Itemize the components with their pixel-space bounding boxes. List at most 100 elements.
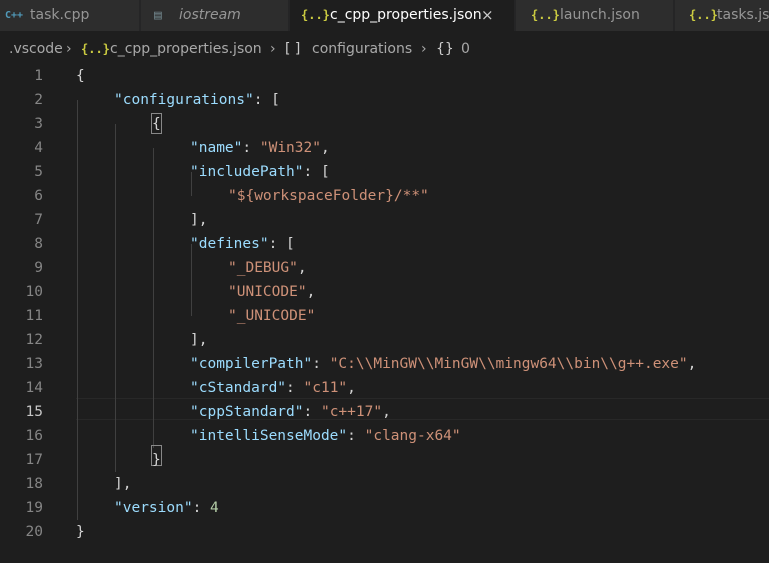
line-number: 20	[25, 524, 43, 540]
json-punctuation: : [	[268, 236, 295, 252]
code-line[interactable]: 16 "intelliSenseMode": "clang-x64"	[0, 424, 769, 448]
breadcrumb-folder[interactable]: .vscode	[9, 31, 63, 67]
json-number: 4	[210, 500, 219, 516]
array-icon: [ ]	[285, 41, 301, 57]
tab-iostream[interactable]: ▤ iostream	[141, 0, 289, 31]
code-line[interactable]: 4 "name": "Win32",	[0, 136, 769, 160]
close-icon[interactable]: ×	[481, 0, 494, 31]
code-line[interactable]: 20}	[0, 520, 769, 544]
code-text: "UNICODE",	[228, 280, 315, 304]
line-number: 5	[34, 164, 43, 180]
code-text: }	[152, 448, 161, 472]
code-line[interactable]: 17}	[0, 448, 769, 472]
json-string: "_UNICODE"	[228, 308, 316, 324]
code-line[interactable]: 12],	[0, 328, 769, 352]
code-line[interactable]: 19 "version": 4	[0, 496, 769, 520]
json-key: "name"	[190, 140, 243, 156]
chevron-right-icon: ›	[66, 41, 72, 57]
code-editor[interactable]: 1{2 "configurations": [3{4 "name": "Win32"…	[0, 64, 769, 563]
line-number: 13	[25, 356, 43, 372]
json-key: "cStandard"	[190, 380, 287, 396]
line-number: 6	[34, 188, 43, 204]
json-punctuation: :	[242, 140, 260, 156]
code-line[interactable]: 8 "defines": [	[0, 232, 769, 256]
line-number: 15	[25, 404, 43, 420]
json-punctuation: ],	[190, 212, 208, 228]
breadcrumb: .vscode › {..} c_cpp_properties.json › […	[0, 31, 769, 61]
editor-tab-bar: C++ task.cpp ▤ iostream {..} c_cpp_prope…	[0, 0, 769, 31]
json-icon: {..}	[531, 8, 560, 22]
json-punctuation: }	[152, 452, 161, 468]
tab-label: launch.json	[560, 7, 640, 23]
line-number: 9	[34, 260, 43, 276]
code-text: "cStandard": "c11",	[190, 376, 356, 400]
code-text: "version": 4	[114, 496, 219, 520]
code-text: "compilerPath": "C:\\MinGW\\MinGW\\mingw…	[190, 352, 696, 376]
code-text: {	[76, 64, 85, 88]
code-line[interactable]: 11 "_UNICODE"	[0, 304, 769, 328]
code-text: "includePath": [	[190, 160, 330, 184]
json-key: "version"	[114, 500, 193, 516]
code-line[interactable]: 7],	[0, 208, 769, 232]
code-line[interactable]: 3{	[0, 112, 769, 136]
json-icon: {..}	[81, 42, 110, 56]
code-text: ],	[190, 208, 207, 232]
json-punctuation: :	[286, 380, 304, 396]
code-line[interactable]: 5 "includePath": [	[0, 160, 769, 184]
line-number: 19	[25, 500, 43, 516]
file-icon: ▤	[154, 8, 162, 23]
line-number: 18	[25, 476, 43, 492]
line-number: 10	[25, 284, 43, 300]
tab-tasks-json[interactable]: {..} tasks.json	[675, 0, 769, 31]
code-text: }	[76, 520, 85, 544]
json-punctuation: : [	[253, 92, 280, 108]
line-number: 11	[25, 308, 43, 324]
code-line[interactable]: 9 "_DEBUG",	[0, 256, 769, 280]
line-number: 14	[25, 380, 43, 396]
code-line[interactable]: 13 "compilerPath": "C:\\MinGW\\MinGW\\min…	[0, 352, 769, 376]
code-line[interactable]: 14 "cStandard": "c11",	[0, 376, 769, 400]
json-punctuation: ,	[306, 284, 316, 300]
line-number: 4	[34, 140, 43, 156]
code-text: "configurations": [	[114, 88, 280, 112]
tab-launch-json[interactable]: {..} launch.json	[516, 0, 674, 31]
tab-label: iostream	[179, 7, 241, 23]
json-punctuation: :	[312, 356, 330, 372]
breadcrumb-file[interactable]: c_cpp_properties.json	[110, 31, 262, 67]
object-icon: {}	[436, 41, 454, 57]
json-string: "c11"	[303, 380, 348, 396]
code-text: {	[152, 112, 161, 136]
line-number: 3	[34, 116, 43, 132]
code-text: "_DEBUG",	[228, 256, 307, 280]
json-key: "cppStandard"	[190, 404, 304, 420]
code-text: ],	[114, 472, 131, 496]
json-punctuation: {	[152, 116, 161, 132]
json-punctuation: }	[76, 524, 85, 540]
breadcrumb-configurations[interactable]: configurations	[312, 31, 412, 67]
tab-c-cpp-properties-json[interactable]: {..} c_cpp_properties.json ×	[290, 0, 515, 31]
code-text: "intelliSenseMode": "clang-x64"	[190, 424, 461, 448]
json-string: "c++17"	[320, 404, 383, 420]
code-line[interactable]: 1{	[0, 64, 769, 88]
code-line[interactable]: 15 "cppStandard": "c++17",	[0, 400, 769, 424]
json-string: "${workspaceFolder}/**"	[228, 188, 429, 204]
code-text: "name": "Win32",	[190, 136, 330, 160]
breadcrumb-item-0[interactable]: 0	[461, 31, 470, 67]
json-icon: {..}	[689, 8, 718, 22]
json-punctuation: ],	[114, 476, 132, 492]
tab-task-cpp[interactable]: C++ task.cpp	[0, 0, 140, 31]
code-line[interactable]: 10 "UNICODE",	[0, 280, 769, 304]
line-number: 12	[25, 332, 43, 348]
json-key: "defines"	[190, 236, 269, 252]
json-string: "clang-x64"	[364, 428, 461, 444]
code-line[interactable]: 18],	[0, 472, 769, 496]
line-number: 1	[34, 68, 43, 84]
code-line[interactable]: 2 "configurations": [	[0, 88, 769, 112]
code-line[interactable]: 6 "${workspaceFolder}/**"	[0, 184, 769, 208]
json-punctuation: : [	[303, 164, 330, 180]
code-text: "${workspaceFolder}/**"	[228, 184, 429, 208]
json-key: "intelliSenseMode"	[190, 428, 348, 444]
json-punctuation: :	[303, 404, 321, 420]
chevron-right-icon: ›	[421, 41, 427, 57]
json-icon: {..}	[301, 8, 330, 22]
